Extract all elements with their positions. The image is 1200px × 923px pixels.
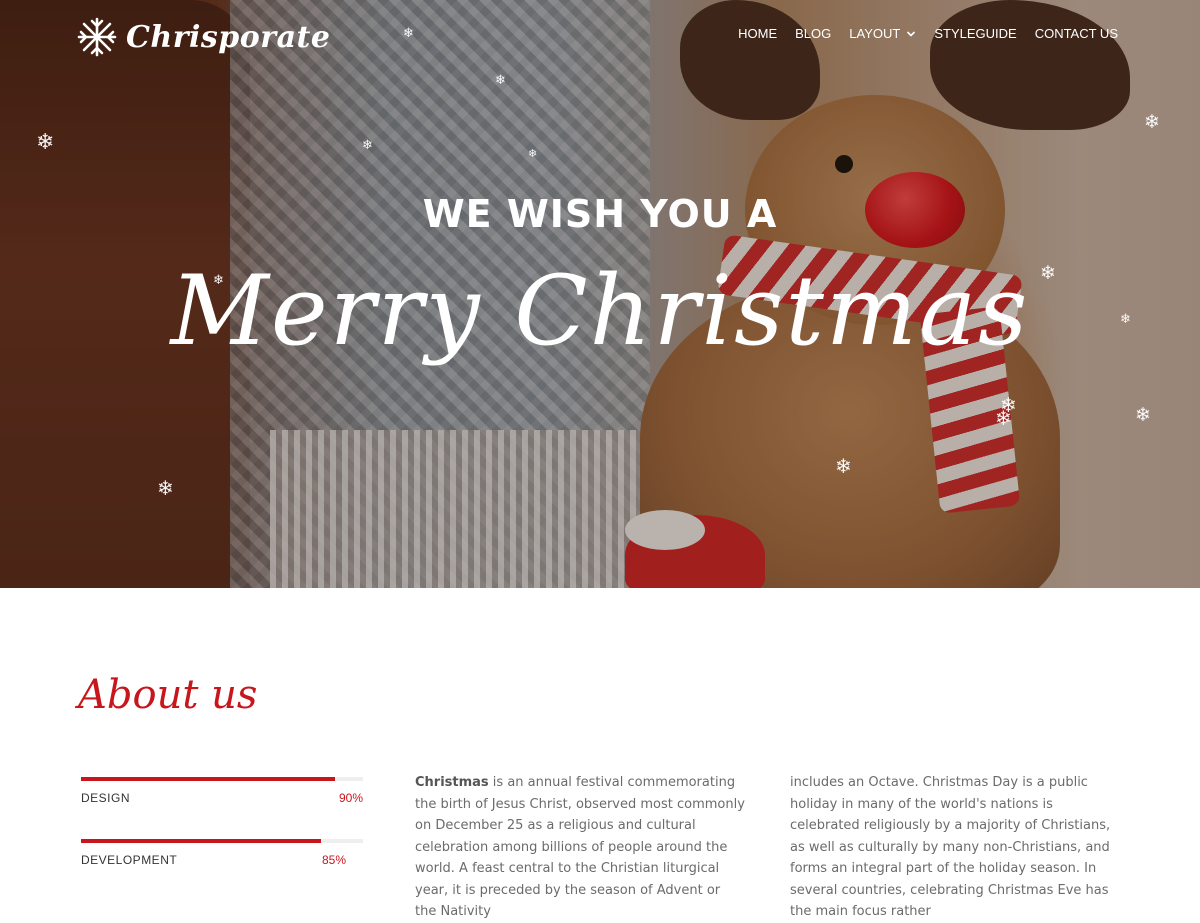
snowflake-icon: ❄	[36, 130, 55, 155]
hero-title: Merry Christmas	[170, 255, 1030, 367]
snowflake-icon: ❄	[995, 406, 1012, 430]
main-nav: HOME BLOG LAYOUT STYLEGUIDE CONTACT US	[738, 26, 1118, 41]
nav-item-contact-us[interactable]: CONTACT US	[1035, 26, 1118, 41]
skill-percent: 90%	[338, 791, 363, 805]
snowflake-icon: ❄	[362, 138, 373, 153]
about-title: About us	[78, 672, 258, 718]
skill-fill	[81, 777, 335, 781]
snowflake-icon: ❄	[1135, 404, 1151, 426]
nav-item-home[interactable]: HOME	[738, 26, 777, 41]
nav-item-layout-label: LAYOUT	[849, 26, 901, 41]
skill-name: DESIGN	[81, 791, 131, 805]
skill-name: DEVELOPMENT	[81, 853, 178, 867]
nav-item-layout[interactable]: LAYOUT	[849, 26, 916, 41]
skill-track	[81, 777, 363, 781]
hero-banner: ❄ ❄ ❄ ❄ ❄ ❄ ❄ ❄ ❄ ❄ ❄ ❄ ❄ ❄ Chrisporate …	[0, 0, 1200, 588]
chevron-down-icon	[907, 30, 916, 37]
hero-subtitle: WE WISH YOU A	[422, 192, 778, 236]
snowflake-icon: ❄	[157, 476, 174, 500]
snowflake-icon: ❄	[1144, 111, 1160, 133]
skill-fill	[81, 839, 321, 843]
snowflake-icon: ❄	[528, 147, 538, 160]
snowflake-icon	[77, 17, 117, 57]
snowflake-icon: ❄	[495, 73, 506, 88]
site-logo-text: Chrisporate	[126, 19, 331, 55]
snowflake-icon: ❄	[403, 26, 414, 41]
snowflake-icon: ❄	[835, 454, 852, 478]
site-logo[interactable]: Chrisporate	[76, 16, 330, 58]
skill-development: DEVELOPMENT 85%	[81, 839, 363, 867]
about-bold-term: Christmas	[415, 775, 489, 790]
skill-design: DESIGN 90%	[81, 777, 363, 805]
nav-item-blog[interactable]: BLOG	[795, 26, 831, 41]
skill-track	[81, 839, 363, 843]
nav-item-styleguide[interactable]: STYLEGUIDE	[934, 26, 1016, 41]
about-paragraph-1-text: is an annual festival commemorating the …	[415, 775, 745, 919]
skill-percent: 85%	[321, 853, 346, 867]
